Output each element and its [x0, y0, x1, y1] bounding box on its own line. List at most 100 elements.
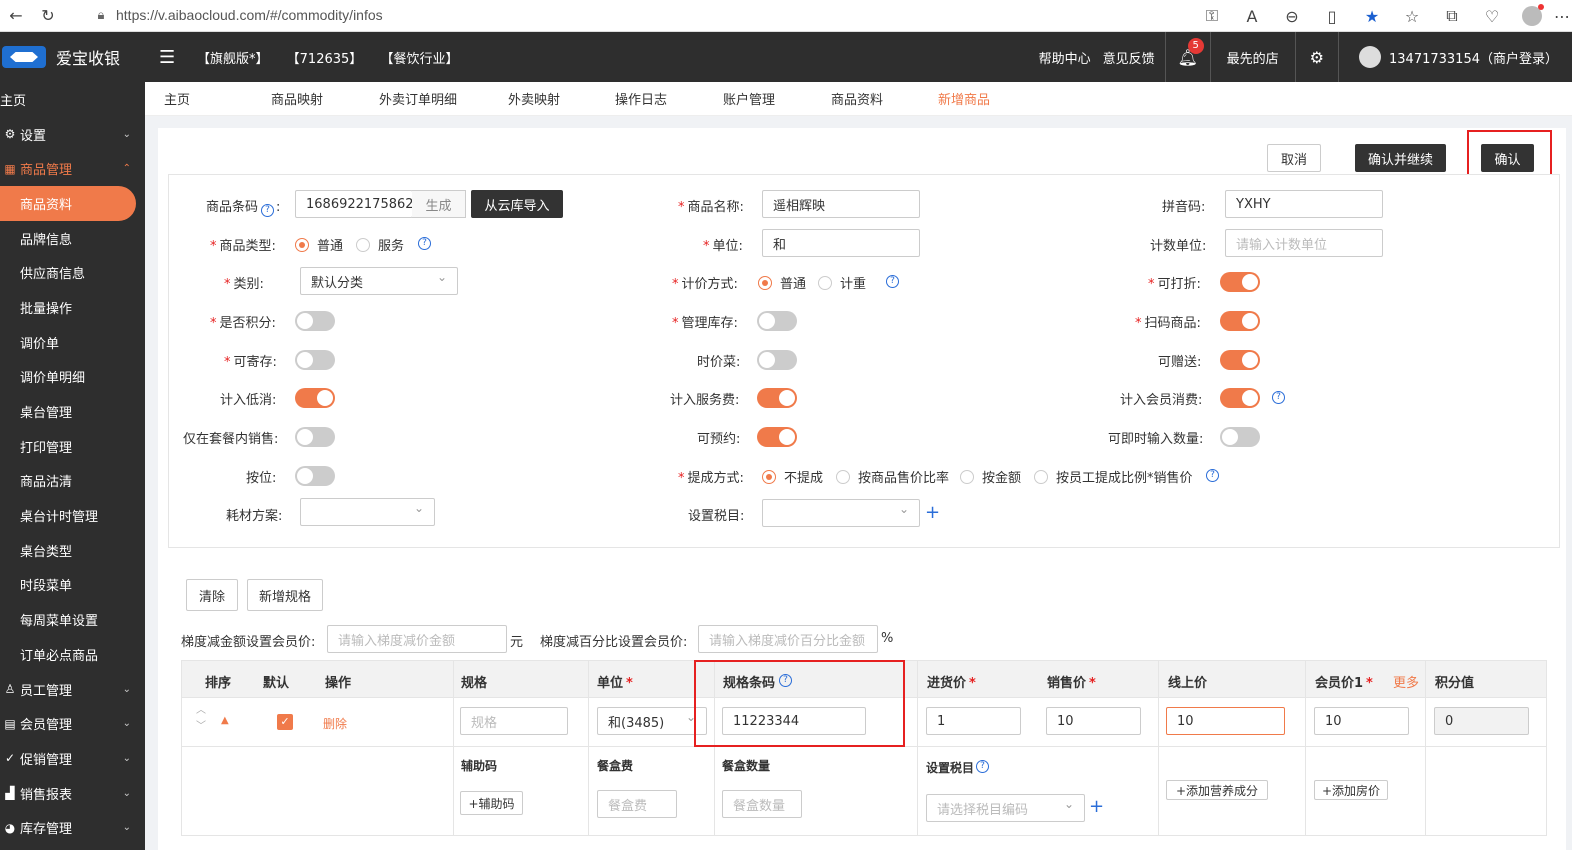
pricing-normal-radio[interactable]: 普通: [758, 273, 806, 292]
spec-input[interactable]: 规格: [460, 707, 568, 735]
tax-select[interactable]: [762, 499, 920, 527]
help-icon[interactable]: ?: [1272, 391, 1285, 404]
bell-icon[interactable]: 🔔︎ 5: [1166, 32, 1210, 82]
sidebar-item-print-mgmt[interactable]: 打印管理: [0, 429, 145, 464]
sidebar-item-home[interactable]: 主页: [0, 82, 145, 117]
favorites-icon[interactable]: ☆: [1392, 0, 1432, 32]
confirm-continue-button[interactable]: 确认并继续: [1355, 144, 1446, 172]
min-spend-toggle[interactable]: [295, 388, 335, 408]
more-link[interactable]: 更多: [1393, 672, 1419, 691]
add-nutrition-button[interactable]: +添加营养成分: [1166, 780, 1268, 800]
split-screen-icon[interactable]: ▯: [1312, 0, 1352, 32]
type-service-radio[interactable]: 服务: [356, 235, 404, 254]
sidebar-item-members[interactable]: ▤ 会员管理 ⌄: [0, 706, 145, 741]
sidebar-item-sold-out[interactable]: 商品沽清: [0, 464, 145, 499]
default-checkbox[interactable]: ✓: [277, 714, 293, 730]
tier-pct-input[interactable]: 请输入梯度减价百分比金额: [698, 625, 878, 653]
sidebar-item-required-items[interactable]: 订单必点商品: [0, 637, 145, 672]
more-icon[interactable]: ⋯: [1552, 0, 1572, 32]
seasonal-toggle[interactable]: [757, 350, 797, 370]
barcode-input[interactable]: 1686922175862: [295, 190, 414, 218]
type-normal-radio[interactable]: 普通: [295, 235, 343, 254]
add-room-price-button[interactable]: +添加房价: [1314, 780, 1388, 800]
gear-icon[interactable]: ⚙: [1296, 32, 1338, 82]
menu-toggle-icon[interactable]: ☰: [159, 47, 183, 68]
sidebar-item-brand[interactable]: 品牌信息: [0, 221, 145, 256]
box-fee-input[interactable]: 餐盒费: [597, 790, 677, 818]
scan-toggle[interactable]: [1220, 311, 1260, 331]
add-tax-code-icon[interactable]: +: [1089, 798, 1104, 816]
category-select[interactable]: 默认分类: [300, 267, 458, 295]
sort-top-icon[interactable]: ▲: [221, 716, 229, 726]
sidebar-item-supplier[interactable]: 供应商信息: [0, 255, 145, 290]
help-icon[interactable]: ?: [418, 237, 431, 250]
sidebar-item-table-mgmt[interactable]: 桌台管理: [0, 394, 145, 429]
commission-staff-ratio-radio[interactable]: 按员工提成比例*销售价: [1034, 467, 1193, 486]
sidebar-item-promo[interactable]: ✓ 促销管理 ⌄: [0, 741, 145, 776]
sidebar-item-staff[interactable]: ♙ 员工管理 ⌄: [0, 672, 145, 707]
material-select[interactable]: [300, 498, 435, 526]
move-down-icon[interactable]: ﹀: [196, 722, 206, 732]
performance-icon[interactable]: ♡: [1472, 0, 1512, 32]
user-menu[interactable]: 13471733154（商户登录）: [1339, 32, 1572, 82]
tier-amount-input[interactable]: 请输入梯度减价金额: [327, 625, 507, 653]
help-icon[interactable]: ?: [1206, 469, 1219, 482]
stock-toggle[interactable]: [757, 311, 797, 331]
feedback-link[interactable]: 意见反馈: [1097, 32, 1165, 82]
member-price-input[interactable]: 10: [1314, 707, 1409, 735]
sidebar-item-product-mgmt[interactable]: ▦ 商品管理 ⌃: [0, 151, 145, 186]
help-icon[interactable]: ?: [886, 275, 899, 288]
commission-none-radio[interactable]: 不提成: [762, 467, 823, 486]
pinyin-input[interactable]: YXHY: [1225, 190, 1383, 218]
cloud-import-button[interactable]: 从云库导入: [471, 190, 563, 218]
unit-input[interactable]: 和: [762, 229, 920, 257]
box-qty-input[interactable]: 餐盒数量: [722, 790, 802, 818]
gift-toggle[interactable]: [1220, 350, 1260, 370]
tab-delivery-mapping[interactable]: 外卖映射: [508, 89, 560, 108]
tab-product-mapping[interactable]: 商品映射: [271, 89, 323, 108]
read-aloud-icon[interactable]: A: [1232, 0, 1272, 32]
add-spec-button[interactable]: 新增规格: [247, 579, 323, 611]
generate-button[interactable]: 生成: [412, 190, 466, 218]
commission-amount-radio[interactable]: 按金额: [960, 467, 1021, 486]
pricing-weight-radio[interactable]: 计重: [818, 273, 866, 292]
count-unit-input[interactable]: 请输入计数单位: [1225, 229, 1383, 257]
refresh-icon[interactable]: ↻: [32, 0, 64, 32]
sidebar-item-product-info[interactable]: 商品资料: [0, 186, 136, 221]
discountable-toggle[interactable]: [1220, 272, 1260, 292]
points-toggle[interactable]: [295, 311, 335, 331]
tab-delivery-orders[interactable]: 外卖订单明细: [379, 89, 457, 108]
zoom-icon[interactable]: ⊖: [1272, 0, 1312, 32]
sidebar-item-time-menu[interactable]: 时段菜单: [0, 568, 145, 603]
help-center-link[interactable]: 帮助中心: [1033, 32, 1097, 82]
sidebar-item-inventory[interactable]: ◕ 库存管理 ⌄: [0, 810, 145, 845]
address-bar[interactable]: 🔒︎ https://v.aibaocloud.com/#/commodity/…: [86, 2, 1126, 28]
help-icon[interactable]: ?: [261, 204, 275, 217]
tab-account-mgmt[interactable]: 账户管理: [723, 89, 775, 108]
tab-add-product[interactable]: 新增商品: [938, 89, 990, 108]
tax-code-select[interactable]: 请选择税目编码: [926, 794, 1085, 822]
reservable-toggle[interactable]: [757, 427, 797, 447]
sidebar-item-batch[interactable]: 批量操作: [0, 290, 145, 325]
sidebar-item-sales-report[interactable]: ▟ 销售报表 ⌄: [0, 776, 145, 811]
unit-select[interactable]: 和(3485): [597, 707, 707, 735]
combo-only-toggle[interactable]: [295, 427, 335, 447]
add-tax-icon[interactable]: +: [925, 504, 940, 522]
sidebar-item-table-timing[interactable]: 桌台计时管理: [0, 498, 145, 533]
cancel-button[interactable]: 取消: [1267, 144, 1321, 172]
sidebar-item-weekly-menu[interactable]: 每周菜单设置: [0, 602, 145, 637]
product-name-input[interactable]: 遥相辉映: [762, 190, 920, 218]
tab-home[interactable]: 主页: [164, 89, 190, 108]
key-icon[interactable]: ⚿: [1192, 0, 1232, 32]
online-price-input[interactable]: 10: [1166, 707, 1285, 735]
clear-button[interactable]: 清除: [186, 579, 238, 611]
back-icon[interactable]: ←: [0, 0, 32, 32]
member-spend-toggle[interactable]: [1220, 388, 1260, 408]
help-icon[interactable]: ?: [976, 760, 989, 773]
sidebar-item-table-type[interactable]: 桌台类型: [0, 533, 145, 568]
tab-operation-log[interactable]: 操作日志: [615, 89, 667, 108]
instant-qty-toggle[interactable]: [1220, 427, 1260, 447]
sidebar-item-price-adjust[interactable]: 调价单: [0, 325, 145, 360]
commission-ratio-radio[interactable]: 按商品售价比率: [836, 467, 949, 486]
profile-icon[interactable]: [1512, 0, 1552, 32]
